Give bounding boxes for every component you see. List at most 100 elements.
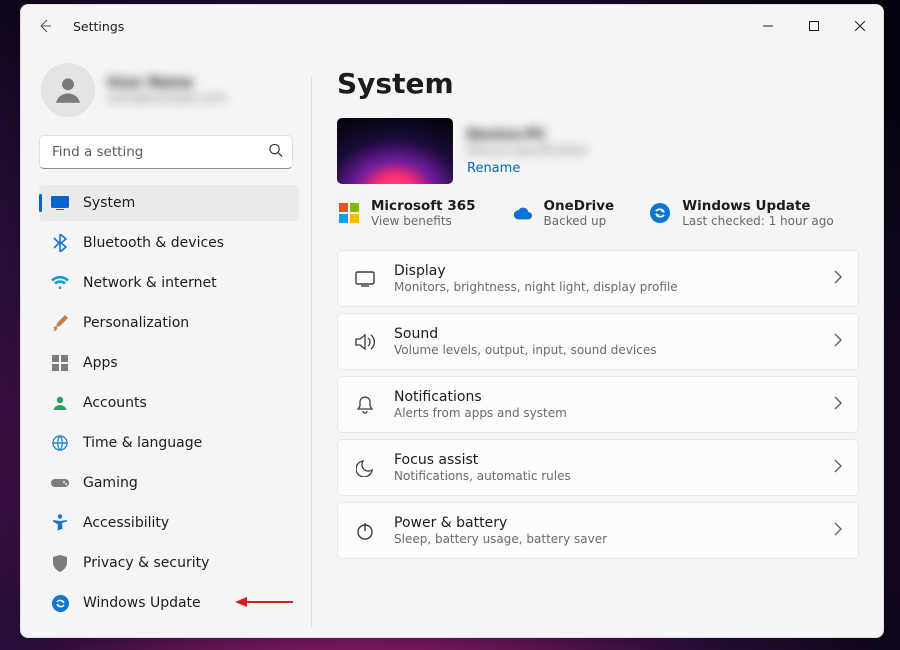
cloud-title: Windows Update <box>682 198 833 214</box>
sync-icon <box>650 203 670 223</box>
onedrive-icon <box>512 203 532 223</box>
sidebar-item-system[interactable]: System <box>39 185 299 221</box>
cloud-item-m365[interactable]: Microsoft 365 View benefits <box>339 198 476 228</box>
sidebar-item-bluetooth[interactable]: Bluetooth & devices <box>39 225 299 261</box>
cloud-item-update[interactable]: Windows Update Last checked: 1 hour ago <box>650 198 833 228</box>
sidebar-item-label: Bluetooth & devices <box>83 235 224 251</box>
profile-email: user@example.com <box>107 91 226 105</box>
device-row: Device-PC Device specification Rename <box>337 118 859 184</box>
sidebar-item-label: Apps <box>83 355 118 371</box>
chevron-right-icon <box>834 269 842 288</box>
sidebar-item-label: System <box>83 195 135 211</box>
window-controls <box>745 10 883 42</box>
card-focus-assist[interactable]: Focus assistNotifications, automatic rul… <box>337 439 859 496</box>
search-input[interactable] <box>39 135 293 169</box>
sidebar-item-privacy[interactable]: Privacy & security <box>39 545 299 581</box>
profile-name: User Name <box>107 75 226 91</box>
system-icon <box>51 194 69 212</box>
titlebar: Settings <box>21 5 883 47</box>
sidebar-item-time[interactable]: Time & language <box>39 425 299 461</box>
sidebar-item-label: Privacy & security <box>83 555 209 571</box>
wifi-icon <box>51 274 69 292</box>
microsoft-365-icon <box>339 203 359 223</box>
card-sub: Monitors, brightness, night light, displ… <box>394 280 816 294</box>
cloud-sub: Last checked: 1 hour ago <box>682 214 833 228</box>
sidebar: User Name user@example.com System Blueto… <box>21 47 311 637</box>
accessibility-icon <box>51 514 69 532</box>
maximize-button[interactable] <box>791 10 837 42</box>
card-sub: Volume levels, output, input, sound devi… <box>394 343 816 357</box>
sidebar-item-label: Windows Update <box>83 595 201 611</box>
sidebar-item-personalization[interactable]: Personalization <box>39 305 299 341</box>
sidebar-item-accessibility[interactable]: Accessibility <box>39 505 299 541</box>
minimize-button[interactable] <box>745 10 791 42</box>
power-icon <box>354 520 376 542</box>
profile-meta: User Name user@example.com <box>107 75 226 105</box>
profile-block[interactable]: User Name user@example.com <box>39 55 303 131</box>
card-title: Power & battery <box>394 515 816 531</box>
globe-icon <box>51 434 69 452</box>
minimize-icon <box>763 21 773 31</box>
main-scroll[interactable]: System Device-PC Device specification Re… <box>337 47 877 637</box>
cloud-title: OneDrive <box>544 198 615 214</box>
chevron-right-icon <box>834 332 842 351</box>
chevron-right-icon <box>834 458 842 477</box>
sidebar-item-gaming[interactable]: Gaming <box>39 465 299 501</box>
settings-window: Settings User Name user@example.com <box>20 4 884 638</box>
cloud-sub: Backed up <box>544 214 615 228</box>
page-title: System <box>337 67 859 100</box>
main-content: System Device-PC Device specification Re… <box>311 47 883 637</box>
card-display[interactable]: DisplayMonitors, brightness, night light… <box>337 250 859 307</box>
card-title: Focus assist <box>394 452 816 468</box>
sidebar-item-windows-update[interactable]: Windows Update <box>39 585 299 621</box>
sidebar-item-label: Accounts <box>83 395 147 411</box>
sidebar-item-network[interactable]: Network & internet <box>39 265 299 301</box>
sidebar-item-accounts[interactable]: Accounts <box>39 385 299 421</box>
cloud-sub: View benefits <box>371 214 476 228</box>
card-sound[interactable]: SoundVolume levels, output, input, sound… <box>337 313 859 370</box>
sidebar-item-label: Accessibility <box>83 515 169 531</box>
device-spec: Device specification <box>467 143 588 157</box>
wallpaper-preview[interactable] <box>337 118 453 184</box>
card-title: Display <box>394 263 816 279</box>
search-icon <box>268 143 283 162</box>
avatar <box>41 63 95 117</box>
person-icon <box>51 73 85 107</box>
cloud-title: Microsoft 365 <box>371 198 476 214</box>
maximize-icon <box>809 21 819 31</box>
cloud-status-row: Microsoft 365 View benefits OneDrive Bac… <box>339 198 859 228</box>
card-title: Notifications <box>394 389 816 405</box>
apps-icon <box>51 354 69 372</box>
display-icon <box>354 268 376 290</box>
arrow-left-icon <box>37 18 53 34</box>
sidebar-item-label: Personalization <box>83 315 189 331</box>
close-icon <box>855 21 865 31</box>
search-field <box>39 135 293 169</box>
settings-cards: DisplayMonitors, brightness, night light… <box>337 250 859 559</box>
card-sub: Notifications, automatic rules <box>394 469 816 483</box>
cloud-item-onedrive[interactable]: OneDrive Backed up <box>512 198 615 228</box>
sidebar-item-apps[interactable]: Apps <box>39 345 299 381</box>
back-button[interactable] <box>35 16 55 36</box>
card-power[interactable]: Power & batterySleep, battery usage, bat… <box>337 502 859 559</box>
sync-icon <box>51 594 69 612</box>
person-icon <box>51 394 69 412</box>
paintbrush-icon <box>51 314 69 332</box>
sidebar-item-label: Gaming <box>83 475 138 491</box>
gamepad-icon <box>51 474 69 492</box>
card-sub: Alerts from apps and system <box>394 406 816 420</box>
card-notifications[interactable]: NotificationsAlerts from apps and system <box>337 376 859 433</box>
chevron-right-icon <box>834 395 842 414</box>
sidebar-item-label: Time & language <box>83 435 202 451</box>
bell-icon <box>354 394 376 416</box>
card-title: Sound <box>394 326 816 342</box>
card-sub: Sleep, battery usage, battery saver <box>394 532 816 546</box>
rename-link[interactable]: Rename <box>467 161 520 176</box>
device-name: Device-PC <box>467 127 588 143</box>
sound-icon <box>354 331 376 353</box>
moon-icon <box>354 457 376 479</box>
chevron-right-icon <box>834 521 842 540</box>
window-title: Settings <box>73 19 124 34</box>
shield-icon <box>51 554 69 572</box>
close-button[interactable] <box>837 10 883 42</box>
